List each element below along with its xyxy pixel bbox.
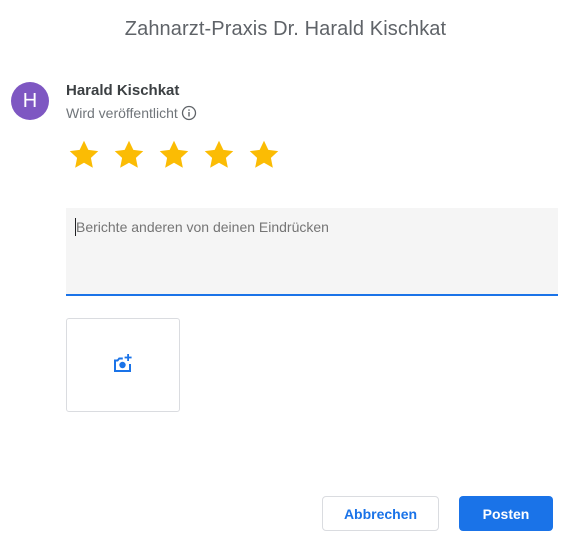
visibility-note: Wird veröffentlicht bbox=[66, 105, 197, 121]
review-field[interactable] bbox=[66, 208, 558, 296]
star-rating bbox=[66, 137, 282, 173]
avatar: H bbox=[11, 82, 49, 120]
dialog-title: Zahnarzt-Praxis Dr. Harald Kischkat bbox=[124, 18, 447, 40]
post-button[interactable]: Posten bbox=[459, 496, 553, 531]
visibility-label: Wird veröffentlicht bbox=[66, 105, 178, 121]
add-photo-button[interactable] bbox=[66, 318, 180, 412]
cancel-button[interactable]: Abbrechen bbox=[322, 496, 439, 531]
star-icon[interactable] bbox=[201, 137, 237, 173]
star-icon[interactable] bbox=[246, 137, 282, 173]
user-name: Harald Kischkat bbox=[66, 82, 180, 99]
star-icon[interactable] bbox=[66, 137, 102, 173]
info-icon[interactable] bbox=[181, 105, 197, 121]
add-photo-icon bbox=[111, 351, 135, 380]
star-icon[interactable] bbox=[156, 137, 192, 173]
star-icon[interactable] bbox=[111, 137, 147, 173]
review-input[interactable] bbox=[76, 219, 546, 235]
